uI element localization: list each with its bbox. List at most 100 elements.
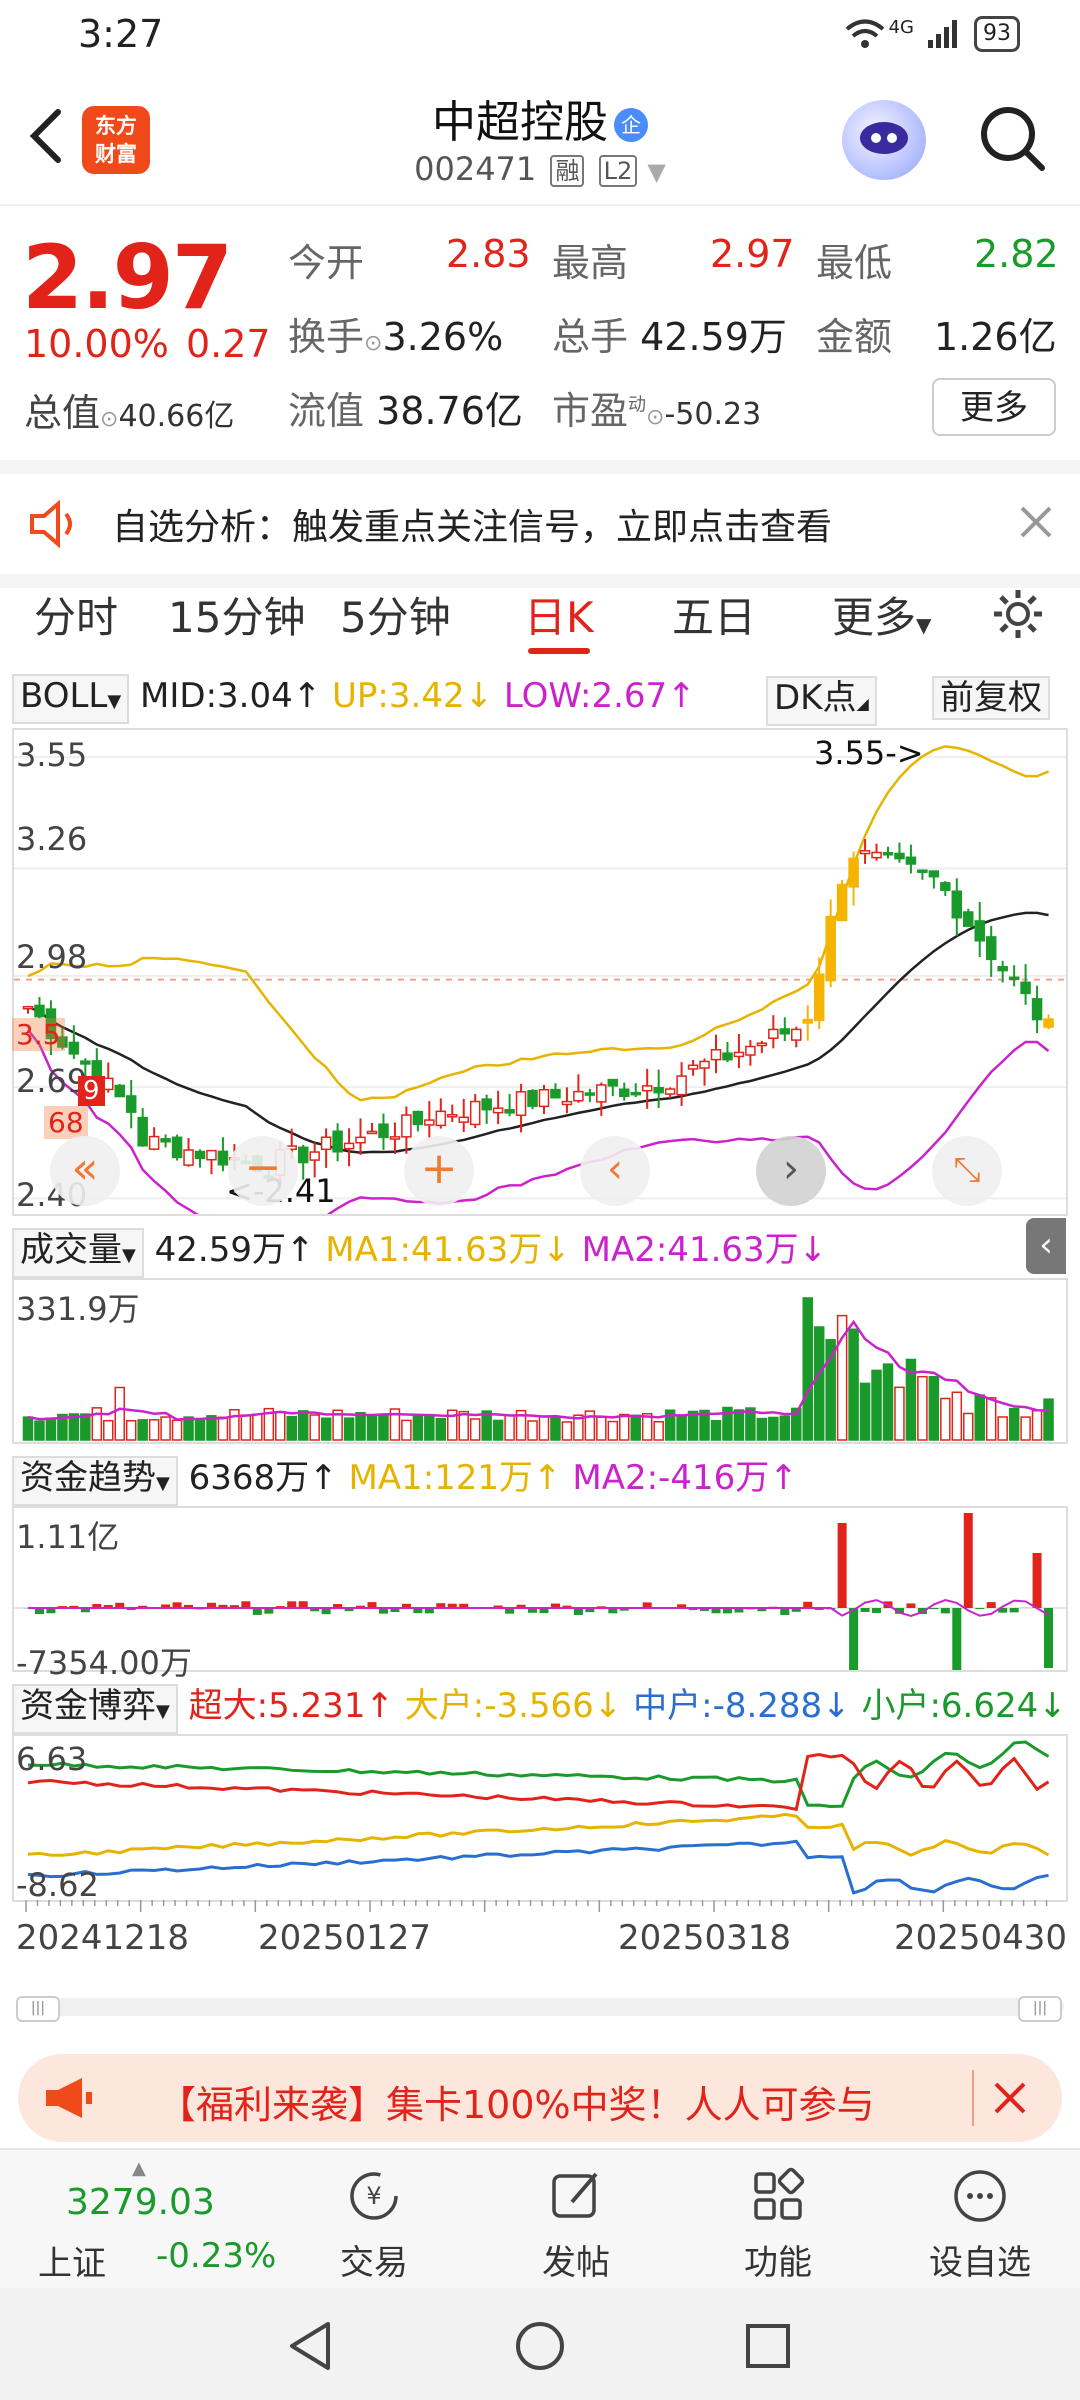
robot-icon (860, 122, 908, 154)
candle (687, 1064, 699, 1070)
fullscreen-button[interactable]: ⤡ (932, 1136, 1002, 1206)
volume-bar (940, 1397, 951, 1441)
volume-bar (229, 1408, 240, 1441)
scroll-right-button[interactable]: › (756, 1136, 826, 1206)
post-button[interactable]: 发帖 (516, 2166, 636, 2284)
adjust-button[interactable]: 前复权 (932, 676, 1050, 720)
nav-home-icon[interactable] (514, 2320, 566, 2372)
price-axis-label: 2.69 (16, 1062, 88, 1100)
fund-bar (573, 1608, 583, 1615)
kline-chart[interactable]: 3.55 3.26 2.98 2.69 2.40 3.55-> <-2.41 3… (12, 728, 1068, 1216)
range-slider-track[interactable] (16, 1998, 1064, 2016)
search-icon[interactable] (976, 102, 1048, 174)
candle (1008, 976, 1020, 981)
volume-bar (1031, 1409, 1043, 1441)
more-button[interactable]: 更多 (932, 378, 1056, 436)
pe-label: 市盈 (552, 389, 629, 433)
period-tabs: 分时 15分钟 5分钟 日K 五日 更多▼ (0, 562, 1080, 666)
tab-more[interactable]: 更多▼ (832, 584, 931, 645)
signal-marker[interactable]: 9 (78, 1076, 105, 1106)
zoom-out-button[interactable]: − (228, 1136, 298, 1206)
volume-bar (538, 1415, 550, 1441)
candle (504, 1109, 515, 1114)
pe-superscript: 动 (628, 394, 647, 416)
info-icon[interactable]: ⊙ (100, 407, 118, 432)
chevron-down-icon[interactable]: ▼ (647, 158, 665, 186)
low-value: 2.82 (974, 232, 1059, 276)
volume-bar (1020, 1416, 1031, 1441)
caret-up-icon: ▲ (132, 2158, 146, 2179)
volume-bar (320, 1417, 332, 1441)
candle (951, 890, 963, 919)
candle (401, 1114, 412, 1138)
candle (917, 869, 928, 873)
float-value: 38.76亿 (376, 389, 523, 433)
price-axis-label: 2.98 (16, 938, 88, 976)
range-handle-right[interactable]: ||| (1018, 1996, 1062, 2022)
tab-daily-k[interactable]: 日K (524, 584, 594, 645)
boll-name: BOLL (20, 676, 108, 716)
boll-selector[interactable]: BOLL▼ (12, 674, 130, 724)
collapse-panel-button[interactable]: ‹ (1026, 1218, 1066, 1274)
chevron-left-icon: ‹ (1039, 1225, 1053, 1265)
candle (882, 852, 894, 856)
add-watchlist-button[interactable]: 设自选 (920, 2166, 1040, 2284)
enterprise-badge: 企 (614, 108, 648, 142)
scroll-left-fast-button[interactable]: « (50, 1136, 120, 1206)
index-change: -0.23% (156, 2236, 277, 2276)
promo-banner[interactable]: 【福利来袭】集卡100%中奖！人人可参与 (18, 2054, 1062, 2142)
close-icon[interactable] (992, 2080, 1028, 2116)
candle (366, 1130, 378, 1135)
tab-5min[interactable]: 5分钟 (340, 584, 451, 645)
volume-bar (378, 1414, 389, 1441)
candle (848, 857, 859, 888)
fund-game-chart[interactable]: 6.63 -8.62 (12, 1734, 1068, 1904)
trade-button[interactable]: ¥ 交易 (314, 2166, 434, 2284)
nav-back-icon[interactable] (286, 2320, 334, 2372)
fund-trend-selector[interactable]: 资金趋势▼ (12, 1456, 178, 1506)
boll-up: UP:3.42↓ (332, 676, 494, 716)
volume-bar (401, 1419, 412, 1441)
expand-icon: ⤡ (953, 1150, 981, 1190)
scroll-left-button[interactable]: ‹ (580, 1136, 650, 1206)
fund-trend-ma2: MA2:-416万↑ (572, 1458, 798, 1498)
candle (148, 1135, 160, 1150)
candle (928, 870, 940, 878)
fund-trend-chart[interactable]: 1.11亿 -7354.00万 (12, 1506, 1068, 1682)
tab-15min[interactable]: 15分钟 (168, 584, 305, 645)
tab-fenshi[interactable]: 分时 (34, 584, 118, 645)
functions-button[interactable]: 功能 (718, 2166, 838, 2284)
volume-bar (309, 1414, 320, 1441)
nav-recents-icon[interactable] (744, 2322, 792, 2370)
robot-avatar[interactable] (842, 100, 926, 180)
fund-game-selector[interactable]: 资金博弈▼ (12, 1684, 178, 1734)
volume-bar (894, 1386, 905, 1441)
signal-marker[interactable]: 68 (44, 1106, 88, 1139)
boll-mid: MID:3.04↑ (140, 676, 322, 716)
zoom-in-button[interactable]: + (404, 1136, 474, 1206)
gear-icon[interactable] (990, 586, 1046, 642)
info-icon[interactable]: ⊙ (364, 331, 382, 356)
boll-line (27, 911, 1049, 1154)
info-icon[interactable]: ⊙ (646, 405, 664, 430)
dk-point-button[interactable]: DK点◢ (766, 676, 877, 726)
fund-bar (975, 1608, 985, 1609)
open-value: 2.83 (446, 232, 531, 276)
volume-chart[interactable]: 331.9万 (12, 1278, 1068, 1444)
status-bar: 3:27 4G 93 (0, 0, 1080, 72)
candle (378, 1123, 389, 1139)
volume-bar (240, 1414, 252, 1441)
tab-five-day[interactable]: 五日 (672, 584, 756, 645)
volume-bar (412, 1413, 424, 1441)
pe-row: 市盈动⊙-50.23 (552, 380, 761, 435)
tab-more-label: 更多 (832, 593, 917, 642)
max-price-label: 3.55-> (814, 734, 924, 772)
range-handle-left[interactable]: ||| (16, 1996, 60, 2022)
index-widget[interactable]: ▲ 3279.03 上证 -0.23% (20, 2158, 280, 2284)
signal-marker[interactable]: 3.5 (12, 1018, 65, 1051)
volume-selector[interactable]: 成交量▼ (12, 1228, 144, 1278)
close-icon[interactable] (1018, 504, 1054, 540)
candle (641, 1085, 653, 1092)
fund-bar (986, 1602, 996, 1608)
date-ticks (25, 1900, 1048, 1912)
